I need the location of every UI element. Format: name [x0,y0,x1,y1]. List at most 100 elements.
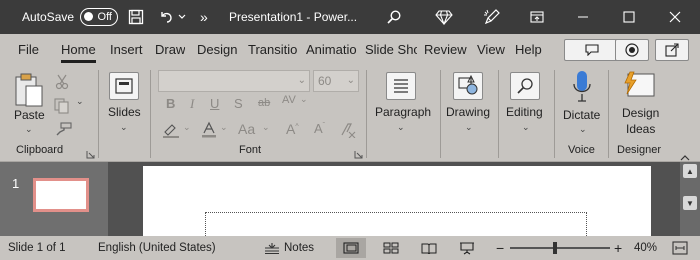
copy-icon[interactable] [54,98,70,119]
zoom-slider[interactable] [510,247,610,249]
maximize-button[interactable] [606,0,652,34]
tab-view[interactable]: View [477,34,505,66]
microphone-icon[interactable] [572,70,592,109]
close-button[interactable] [652,0,698,34]
font-color-dropdown-icon[interactable]: ⌄ [220,122,228,133]
save-icon[interactable] [128,0,144,34]
zoom-out-button[interactable]: − [496,236,504,260]
drawing-icon[interactable] [453,72,483,100]
ribbon-separator [150,70,151,158]
underline-icon[interactable]: U [210,96,219,111]
font-color-icon[interactable] [201,121,217,143]
clear-formatting-icon[interactable] [340,122,356,143]
slide-show-button[interactable] [452,238,482,258]
slide-canvas[interactable] [143,166,651,242]
language-indicator[interactable]: English (United States) [98,236,216,260]
minimize-button[interactable] [560,0,606,34]
zoom-in-button[interactable]: + [614,236,622,260]
fit-to-window-button[interactable] [672,236,688,260]
paragraph-dropdown-icon[interactable]: ⌄ [397,122,405,133]
italic-icon[interactable]: I [190,96,194,112]
bold-icon[interactable]: B [166,96,175,111]
reading-view-button[interactable] [414,238,444,258]
notes-button[interactable]: Notes [264,236,314,260]
dictate-dropdown-icon[interactable]: ⌄ [579,124,587,135]
paste-dropdown-icon[interactable]: ⌄ [25,124,33,135]
tab-transitions[interactable]: Transitio [248,34,298,66]
vertical-scrollbar[interactable]: ▲ ▼ [680,162,700,236]
tab-home-label: Home [61,42,96,57]
paste-icon[interactable] [14,72,46,113]
normal-view-button[interactable] [336,238,366,258]
tab-design[interactable]: Design [197,34,237,66]
undo-icon[interactable] [158,0,174,34]
zoom-slider-thumb[interactable] [553,242,557,254]
ribbon-separator [440,70,441,158]
shadow-icon[interactable]: S [234,96,243,111]
paragraph-label[interactable]: Paragraph [375,105,431,119]
design-ideas-icon[interactable] [622,70,656,103]
scroll-up-arrow-icon[interactable]: ▲ [683,164,697,178]
zoom-level[interactable]: 40% [634,236,657,260]
diamond-icon[interactable] [435,0,453,34]
scroll-down-arrow-icon[interactable]: ▼ [683,196,697,210]
editing-label[interactable]: Editing [506,105,543,119]
undo-dropdown-icon[interactable] [178,0,186,34]
editing-icon[interactable] [510,72,540,100]
new-slide-icon[interactable] [109,72,139,100]
highlight-icon[interactable] [162,122,180,143]
slide-sorter-view-button[interactable] [376,238,406,258]
record-icon [625,43,639,57]
highlight-dropdown-icon[interactable]: ⌄ [183,122,191,133]
design-ideas-label-1[interactable]: Design [622,106,659,120]
tab-file[interactable]: File [18,34,39,66]
designer-group-label: Designer [617,144,662,156]
comment-icon [585,44,599,56]
slide-thumbnail[interactable] [33,178,89,212]
text-case-icon[interactable]: Aa [238,121,255,137]
increase-font-size-icon[interactable]: A^ [286,121,299,137]
tab-review[interactable]: Review [424,34,467,66]
character-spacing-icon[interactable]: AV [282,94,296,106]
text-case-dropdown-icon[interactable]: ⌄ [262,122,270,133]
editing-dropdown-icon[interactable]: ⌄ [522,122,530,133]
tab-home[interactable]: Home [61,34,96,66]
font-name-dropdown-icon[interactable]: ⌄ [298,75,306,86]
cut-icon[interactable] [55,74,69,95]
font-size-dropdown-icon[interactable]: ⌄ [347,75,355,86]
tab-draw[interactable]: Draw [155,34,185,66]
record-button[interactable] [615,39,649,61]
character-spacing-dropdown-icon[interactable]: ⌄ [300,94,308,105]
font-size-combo[interactable]: 60 ⌄ [313,70,359,92]
more-commands-button[interactable]: » [200,0,208,34]
tab-help[interactable]: Help [515,34,542,66]
comments-button[interactable] [564,39,620,61]
autosave-toggle[interactable]: Off [80,0,118,34]
pen-icon[interactable] [483,0,501,34]
share-button[interactable] [655,39,689,61]
font-group-label: Font [239,144,262,156]
tab-insert[interactable]: Insert [110,34,143,66]
format-painter-icon[interactable] [56,122,72,141]
ribbon-display-options-icon[interactable] [514,0,560,34]
drawing-label[interactable]: Drawing [446,105,490,119]
font-name-combo[interactable]: ⌄ [158,70,310,92]
slides-dropdown-icon[interactable]: ⌄ [120,122,128,133]
slide-show-icon [460,242,474,255]
slide-info: Slide 1 of 1 [8,242,66,254]
strikethrough-icon[interactable]: ab [258,97,270,109]
tab-animations[interactable]: Animatio [306,34,358,66]
paragraph-icon[interactable] [386,72,416,100]
dictate-label[interactable]: Dictate [563,108,600,122]
tab-review-label: Review [424,42,467,57]
decrease-font-size-icon[interactable]: Aˇ [314,121,325,136]
ribbon-separator [98,70,99,158]
slides-label[interactable]: Slides [108,105,141,119]
paste-label[interactable]: Paste [14,108,45,122]
design-ideas-label-2[interactable]: Ideas [626,122,655,136]
slide-number: 1 [12,176,20,191]
search-icon[interactable] [386,0,402,34]
drawing-dropdown-icon[interactable]: ⌄ [465,122,473,133]
tab-slide-show[interactable]: Slide Sho [365,34,417,66]
copy-dropdown-icon[interactable]: ⌄ [76,96,84,107]
